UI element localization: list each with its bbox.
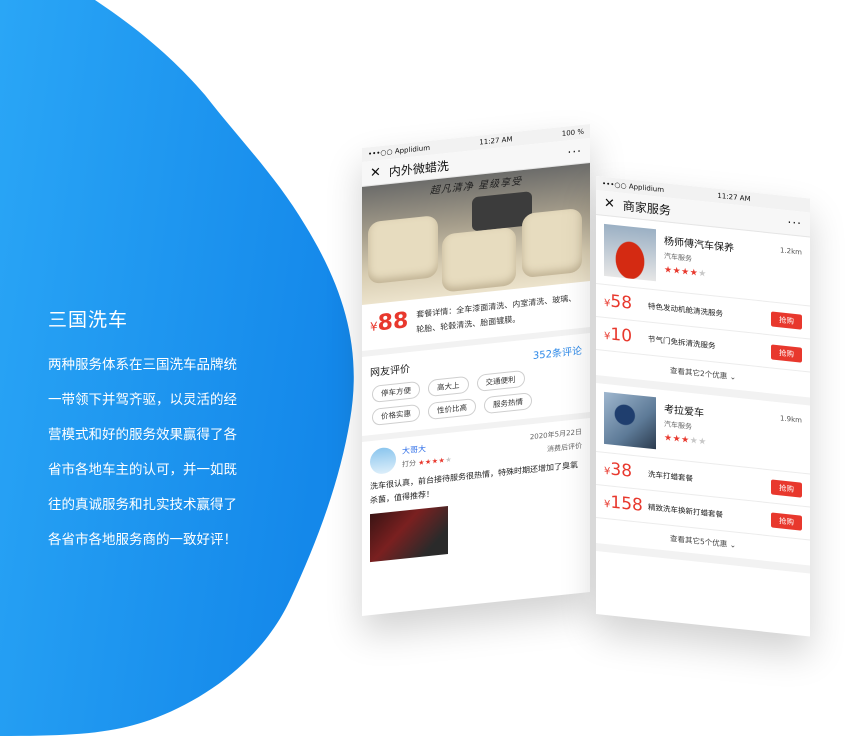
- shop-distance: 1.2km: [779, 246, 802, 257]
- shop-name: 杨师傅汽车保养: [664, 236, 734, 255]
- car-wash-photo: [604, 391, 656, 450]
- grab-button[interactable]: 抢购: [771, 310, 802, 330]
- offer-price: ¥10: [604, 324, 633, 347]
- car-interior-image: 超凡清净 星级享受: [362, 163, 590, 305]
- seat-shape: [442, 226, 516, 293]
- promo-section: 三国洗车 两种服务体系在三国洗车品牌统一带领下并驾齐驱，以灵活的经营模式和好的服…: [48, 305, 248, 558]
- time-label: 11:27 AM: [717, 191, 751, 204]
- offer-name: 洗车打蜡套餐: [648, 468, 693, 483]
- shop-distance: 1.9km: [779, 414, 802, 425]
- review-type: 消费后评价: [547, 441, 582, 454]
- grab-button[interactable]: 抢购: [771, 343, 802, 363]
- star-rating: ★★★★★: [418, 455, 453, 468]
- close-icon[interactable]: ✕: [370, 165, 381, 181]
- review-tag[interactable]: 交通便利: [476, 369, 525, 392]
- promo-body: 两种服务体系在三国洗车品牌统一带领下并驾齐驱，以灵活的经营模式和好的服务效果赢得…: [48, 357, 237, 548]
- page-title: 商家服务: [622, 198, 671, 218]
- offer-name: 精致洗车换新打蜡套餐: [648, 501, 723, 519]
- review-tag[interactable]: 性价比高: [428, 398, 476, 421]
- reviews-heading: 网友评价: [370, 363, 410, 380]
- review-item: 大哥大 2020年5月22日 打分 ★★★★★ 消费后评价 洗车很认真，前台接待…: [362, 412, 590, 571]
- offer-price: ¥58: [604, 291, 633, 314]
- promo-title: 三国洗车: [48, 309, 129, 331]
- review-tag[interactable]: 价格实惠: [372, 403, 420, 426]
- phone-mockup-merchant-services: •••○○ Applidium 11:27 AM ✕ 商家服务 ··· 杨师傅汽…: [596, 176, 810, 637]
- review-tag[interactable]: 高大上: [428, 375, 469, 398]
- shop-card: 考拉爱车 汽车服务 ★★★★★ 1.9km ¥38 洗车打蜡套餐 抢购 ¥158…: [596, 383, 810, 574]
- grab-button[interactable]: 抢购: [771, 511, 802, 531]
- review-tag[interactable]: 停车方便: [372, 380, 420, 403]
- chevron-down-icon: ⌄: [729, 540, 736, 550]
- offer-name: 节气门免拆清洗服务: [648, 333, 716, 351]
- shop-category: 汽车服务: [664, 420, 692, 432]
- offer-price: ¥38: [604, 459, 633, 482]
- offer-price: ¥158: [604, 492, 643, 516]
- battery-label: 100 %: [561, 127, 584, 139]
- page-title: 内外微蜡洗: [388, 158, 449, 179]
- star-rating: ★★★★★: [664, 433, 707, 448]
- seat-shape: [522, 207, 582, 279]
- star-rating: ★★★★★: [664, 265, 707, 280]
- shop-card: 杨师傅汽车保养 汽车服务 ★★★★★ 1.2km ¥58 特色发动机舱清洗服务 …: [596, 215, 810, 406]
- more-icon[interactable]: ···: [568, 144, 582, 160]
- shop-name: 考拉爱车: [664, 404, 704, 420]
- avatar: [370, 446, 396, 476]
- close-icon[interactable]: ✕: [604, 195, 615, 211]
- reviewer-name[interactable]: 大哥大: [402, 443, 426, 457]
- phone-mockup-wash-detail: •••○○ Applidium 11:27 AM 100 % ✕ 内外微蜡洗 ·…: [362, 124, 590, 617]
- review-photo[interactable]: [370, 505, 448, 563]
- chevron-down-icon: ⌄: [729, 372, 736, 382]
- review-tag[interactable]: 服务热情: [484, 392, 532, 415]
- offer-name: 特色发动机舱清洗服务: [648, 300, 723, 318]
- red-car-photo: [604, 223, 656, 282]
- seat-shape: [368, 215, 438, 285]
- grab-button[interactable]: 抢购: [771, 478, 802, 498]
- reviews-count-link[interactable]: 352条评论: [533, 342, 582, 362]
- score-label: 打分: [402, 459, 416, 469]
- more-icon[interactable]: ···: [788, 215, 802, 231]
- deal-price: ¥88: [370, 308, 409, 337]
- deal-details: 套餐详情：全车漆面清洗、内室清洗、玻璃、轮胎、轮毂清洗、胎面镀膜。: [416, 293, 577, 335]
- time-label: 11:27 AM: [479, 135, 513, 147]
